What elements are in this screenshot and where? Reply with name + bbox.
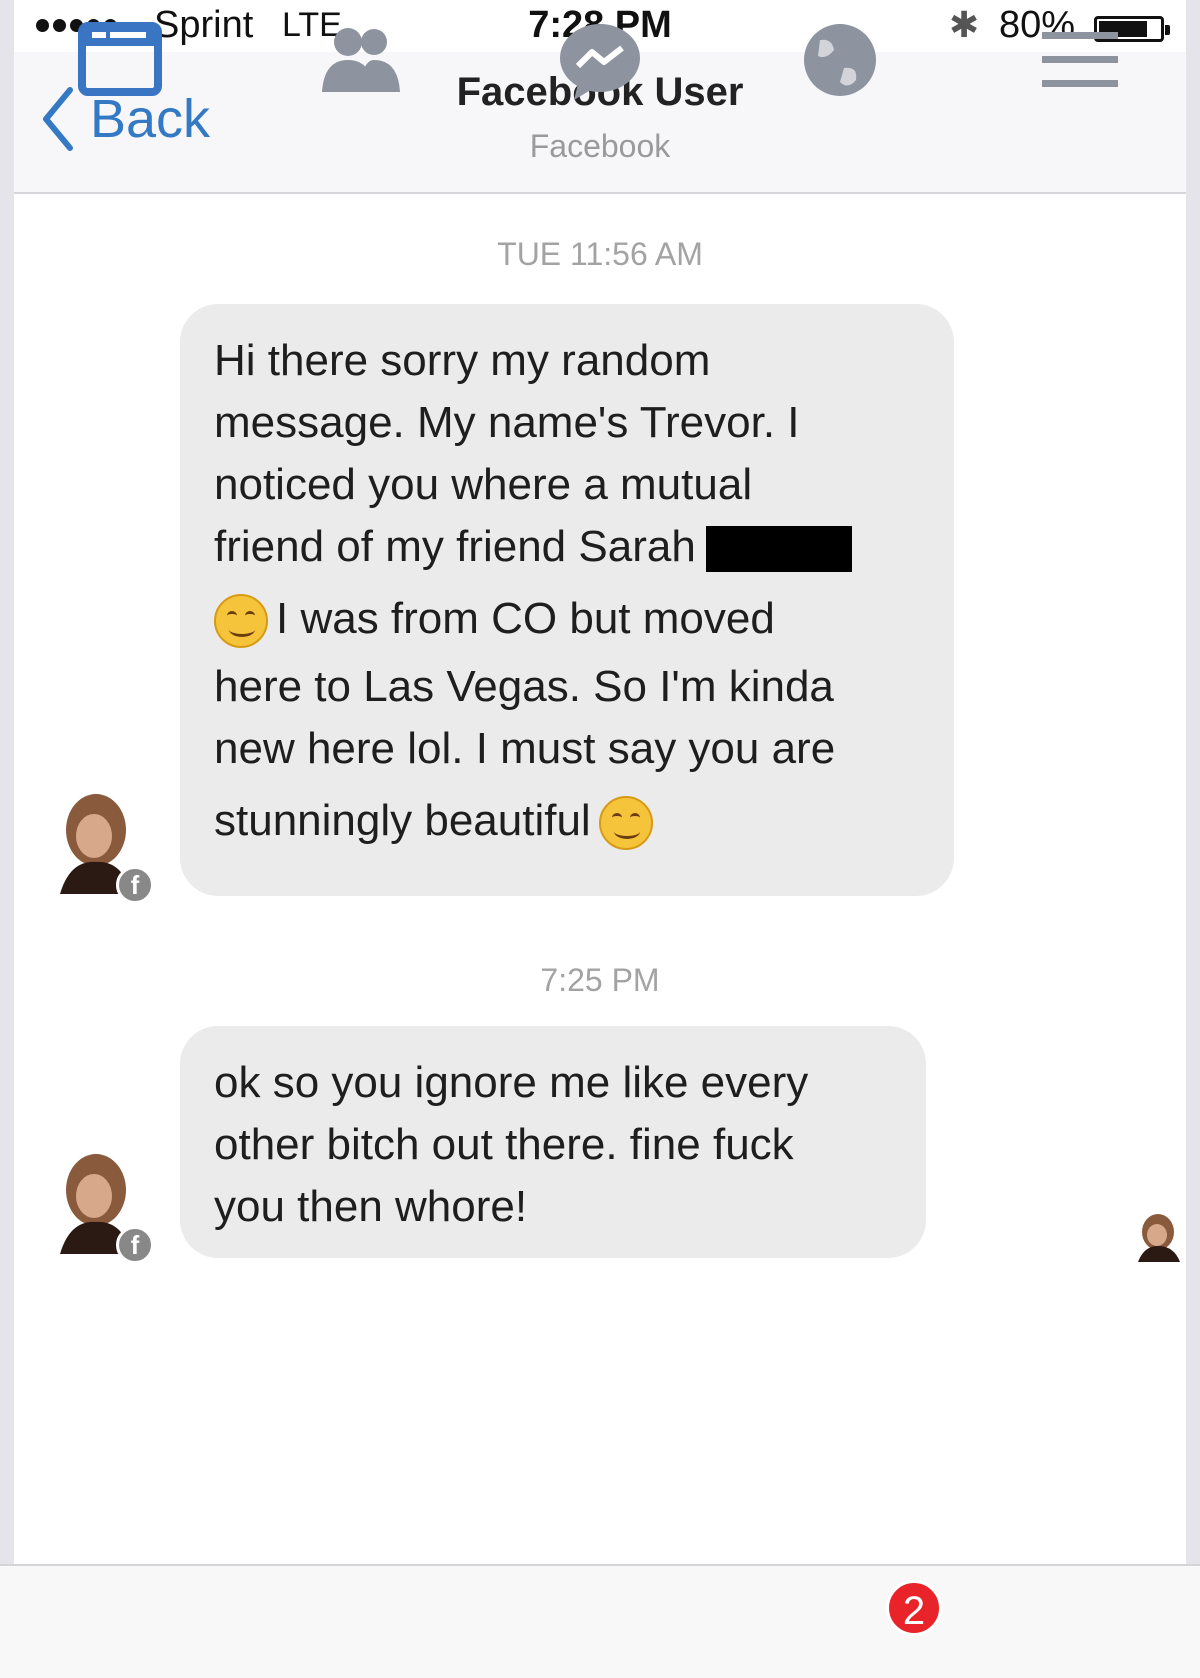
message-line: I was from CO but moved	[214, 588, 924, 650]
message-line: noticed you where a mutual	[214, 460, 753, 509]
message-line: here to Las Vegas. So I'm kinda	[214, 662, 834, 711]
message-line: message. My name's Trevor. I	[214, 398, 800, 447]
message-line-text: stunningly beautiful	[214, 796, 591, 845]
messenger-icon[interactable]	[550, 20, 650, 100]
message-line: friend of my friend Sarah	[214, 516, 924, 578]
message-line-text: friend of my friend Sarah	[214, 522, 696, 571]
facebook-badge-icon: f	[116, 1226, 154, 1264]
message-timestamp: 7:25 PM	[540, 962, 660, 998]
message-line: ok so you ignore me like every	[214, 1058, 809, 1107]
message-bubble[interactable]: Hi there sorry my random message. My nam…	[180, 304, 954, 896]
smiley-emoji-icon	[214, 594, 268, 649]
message-line: Hi there sorry my random	[214, 336, 711, 385]
message-line: new here lol. I must say you are	[214, 724, 836, 773]
notification-badge: 2	[886, 1580, 942, 1636]
facebook-badge-icon: f	[116, 866, 154, 904]
tab-bar	[0, 1564, 1200, 1678]
message-timestamp: TUE 11:56 AM	[497, 236, 703, 272]
redaction-bar	[705, 526, 852, 573]
news-feed-icon[interactable]	[70, 20, 170, 100]
message-line: other bitch out there. fine fuck	[214, 1120, 794, 1169]
message-line: you then whore!	[214, 1182, 528, 1231]
bluetooth-icon: ✱	[949, 4, 980, 45]
smiley-emoji-icon	[598, 796, 653, 851]
conversation-subtitle: Facebook	[529, 128, 671, 164]
menu-icon[interactable]	[1030, 20, 1130, 100]
read-receipt-avatar	[1138, 1214, 1180, 1262]
message-line-text: I was from CO but moved	[276, 594, 775, 643]
message-line: stunningly beautiful	[214, 790, 924, 852]
friends-icon[interactable]	[310, 20, 410, 100]
notifications-globe-icon[interactable]	[790, 20, 890, 100]
message-bubble[interactable]: ok so you ignore me like every other bit…	[180, 1026, 926, 1258]
